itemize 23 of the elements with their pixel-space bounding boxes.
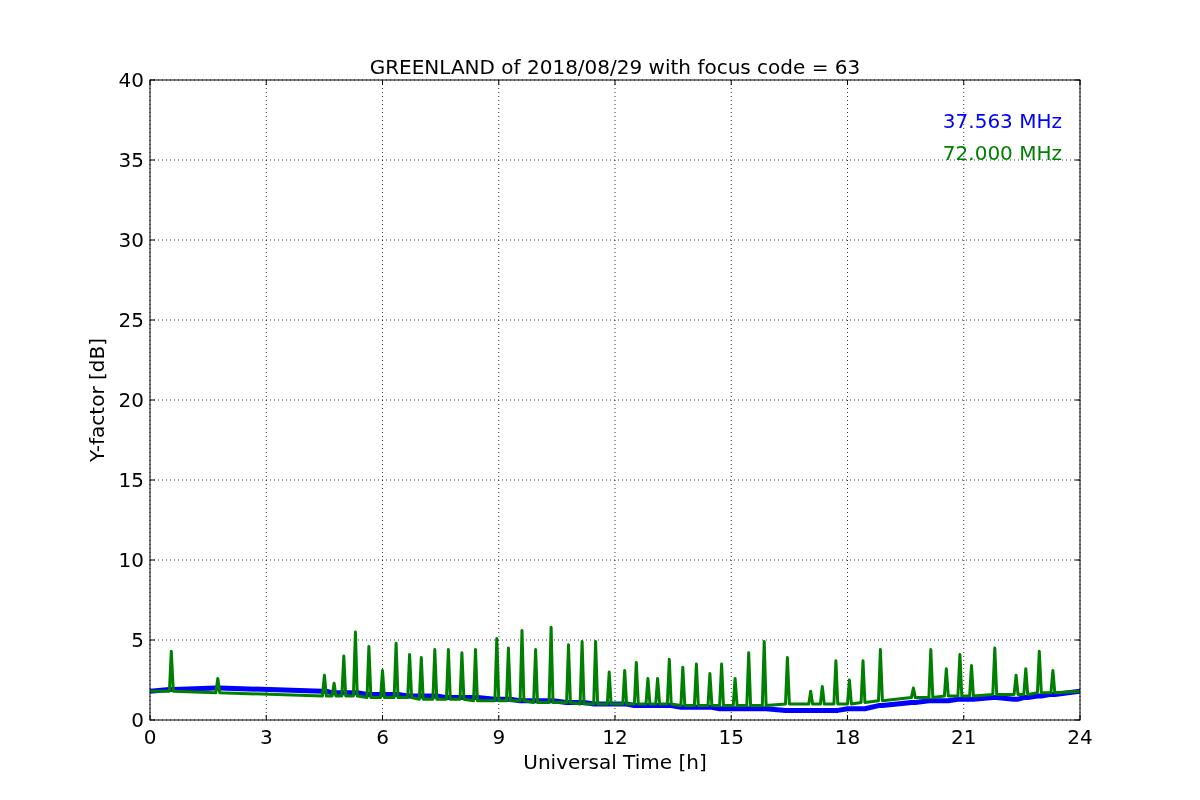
x-tick-label: 15: [718, 725, 744, 749]
x-tick-label: 24: [1067, 725, 1093, 749]
legend-label: 37.563 MHz: [942, 109, 1062, 133]
chart-title: GREENLAND of 2018/08/29 with focus code = 63: [369, 55, 861, 79]
y-tick-label: 0: [131, 708, 144, 732]
y-tick-label: 15: [118, 468, 144, 492]
y-tick-label: 10: [118, 548, 144, 572]
x-tick-label: 9: [492, 725, 506, 749]
x-tick-label: 12: [602, 725, 628, 749]
x-tick-label: 6: [376, 725, 389, 749]
x-tick-label: 18: [834, 725, 861, 749]
y-tick-label: 40: [118, 68, 144, 92]
legend-label: 72.000 MHz: [942, 141, 1062, 165]
y-axis-title: Y-factor [dB]: [85, 338, 109, 462]
y-tick-label: 20: [118, 388, 144, 412]
x-tick-label: 3: [259, 725, 273, 749]
x-tick-label: 21: [951, 725, 977, 749]
x-tick-label: 0: [143, 725, 157, 749]
y-tick-label: 25: [118, 308, 144, 332]
x-axis-title: Universal Time [h]: [523, 750, 707, 774]
y-tick-label: 35: [118, 148, 144, 172]
y-tick-label: 30: [118, 228, 144, 252]
y-tick-label: 5: [131, 628, 144, 652]
